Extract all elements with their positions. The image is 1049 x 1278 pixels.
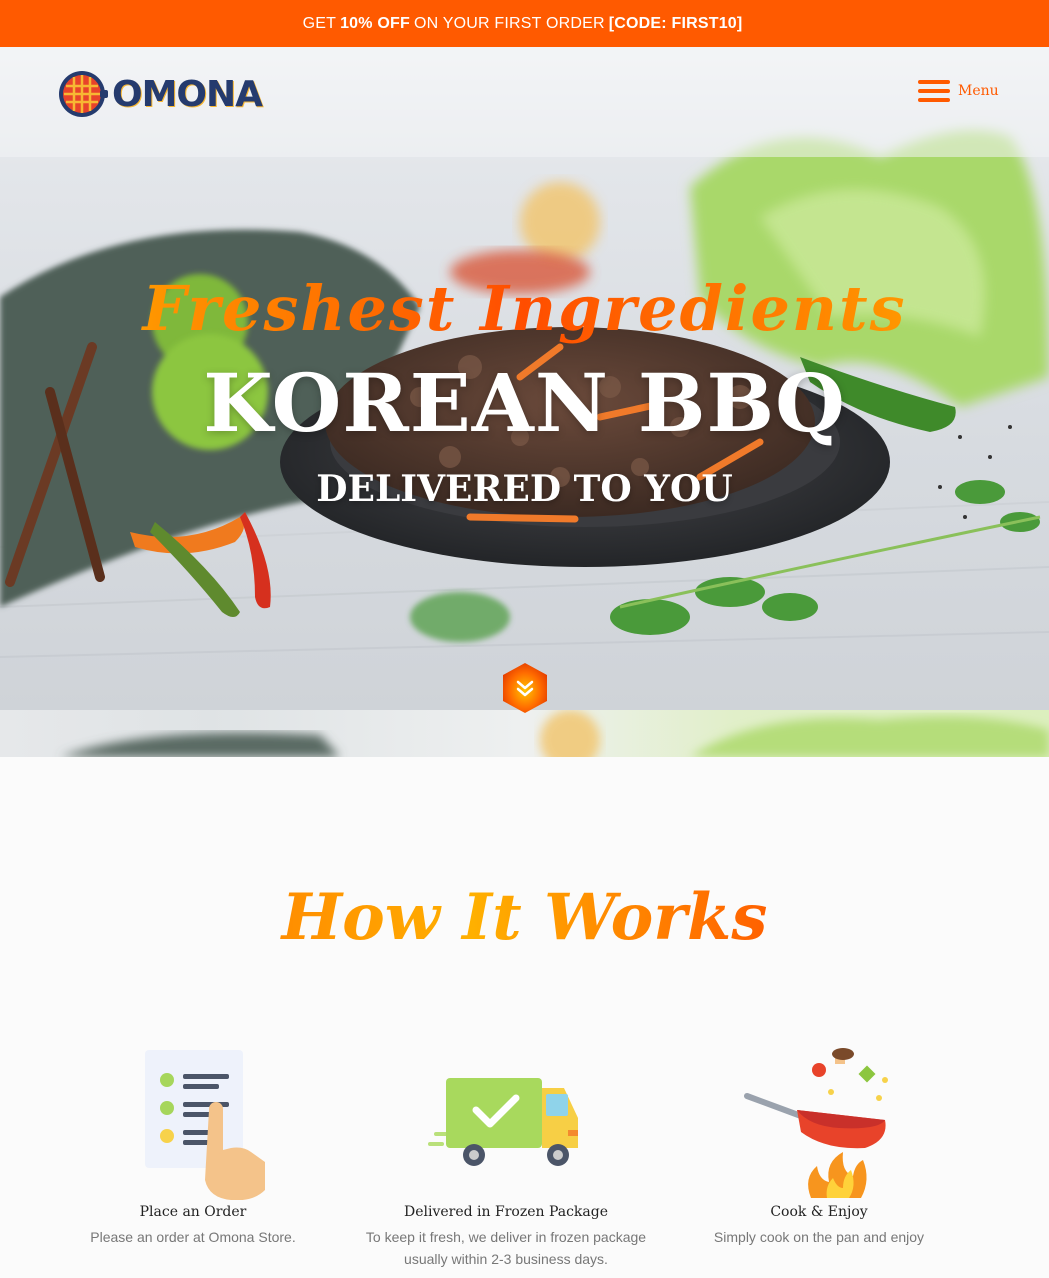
scroll-down-button[interactable] — [499, 662, 551, 714]
delivery-truck-icon — [428, 1078, 578, 1166]
step-cook: Cook & Enjoy Simply cook on the pan and … — [659, 1040, 979, 1248]
omona-logo[interactable]: OMONA — [56, 68, 263, 120]
hero-subtitle: DELIVERED TO YOU — [316, 468, 733, 510]
promo-banner: GET 10% OFF ON YOUR FIRST ORDER [CODE: F… — [0, 0, 1049, 47]
promo-prefix: GET — [302, 14, 337, 32]
step-place-order: Place an Order Please an order at Omona … — [33, 1040, 353, 1248]
step-title: Delivered in Frozen Package — [403, 1204, 608, 1220]
menu-button[interactable]: Menu — [918, 80, 999, 102]
hero-script-heading: Freshest Ingredients — [0, 272, 1049, 345]
promo-discount: 10% OFF — [340, 14, 410, 32]
step-description: To keep it fresh, we deliver in frozen p… — [365, 1229, 647, 1267]
hero-strip-image — [60, 710, 1049, 757]
step-title: Place an Order — [139, 1204, 247, 1220]
order-list-icon — [145, 1050, 265, 1200]
step-description: Please an order at Omona Store. — [90, 1229, 296, 1245]
frying-pan-icon — [744, 1048, 888, 1198]
step-title: Cook & Enjoy — [770, 1204, 868, 1220]
logo-text: OMONA — [112, 73, 263, 115]
menu-label: Menu — [958, 83, 999, 99]
step-delivery: Delivered in Frozen Package To keep it f… — [346, 1040, 666, 1270]
grill-logo-icon — [59, 71, 108, 117]
hero-image-strip — [0, 710, 1049, 757]
promo-middle: ON YOUR FIRST ORDER — [413, 14, 605, 32]
hamburger-icon — [918, 80, 950, 102]
how-it-works-title: How It Works — [0, 880, 1049, 955]
promo-code: [CODE: FIRST10] — [608, 14, 743, 32]
step-description: Simply cook on the pan and enjoy — [713, 1229, 925, 1245]
hero-title: KOREAN BBQ — [203, 356, 846, 450]
